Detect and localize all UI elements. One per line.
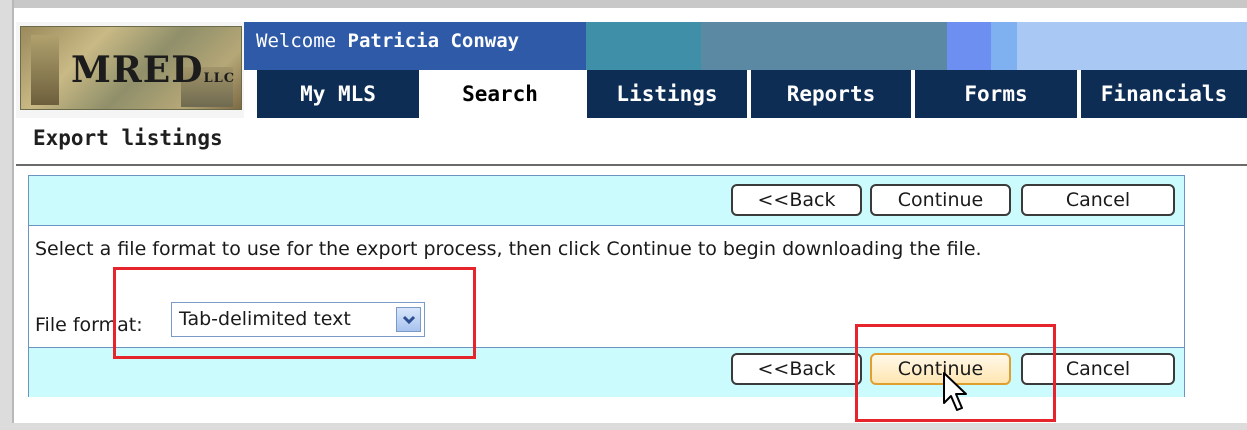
highlight-box-file-format: [113, 267, 476, 359]
window-left-border: [0, 0, 14, 430]
welcome-message: Welcome Patricia Conway: [256, 30, 520, 52]
tab-listings[interactable]: Listings: [585, 70, 747, 118]
cancel-button-top[interactable]: Cancel: [1021, 184, 1175, 216]
logo-building-image: [31, 35, 59, 105]
tab-reports[interactable]: Reports: [749, 70, 911, 118]
logo-text: MREDLLC: [71, 49, 236, 91]
browser-frame: MREDLLC Welcome Patricia Conway My MLS S…: [0, 0, 1247, 430]
back-button-top[interactable]: <<Back: [731, 184, 862, 216]
tab-financials[interactable]: Financials: [1079, 70, 1247, 118]
window-bottom-border: [0, 423, 1247, 430]
window-top-border: [0, 0, 1247, 8]
tab-my-mls[interactable]: My MLS: [255, 70, 419, 118]
tab-forms[interactable]: Forms: [913, 70, 1077, 118]
page-title: Export listings: [33, 126, 223, 150]
mouse-pointer-icon: [943, 372, 967, 411]
back-button-bottom[interactable]: <<Back: [731, 353, 862, 385]
instructions-text: Select a file format to use for the expo…: [35, 238, 982, 260]
user-name: Patricia Conway: [347, 30, 520, 52]
continue-button-top[interactable]: Continue: [870, 184, 1011, 216]
logo-suffix: LLC: [203, 71, 236, 86]
tab-search[interactable]: Search: [419, 70, 581, 118]
mred-logo[interactable]: MREDLLC: [20, 26, 242, 110]
